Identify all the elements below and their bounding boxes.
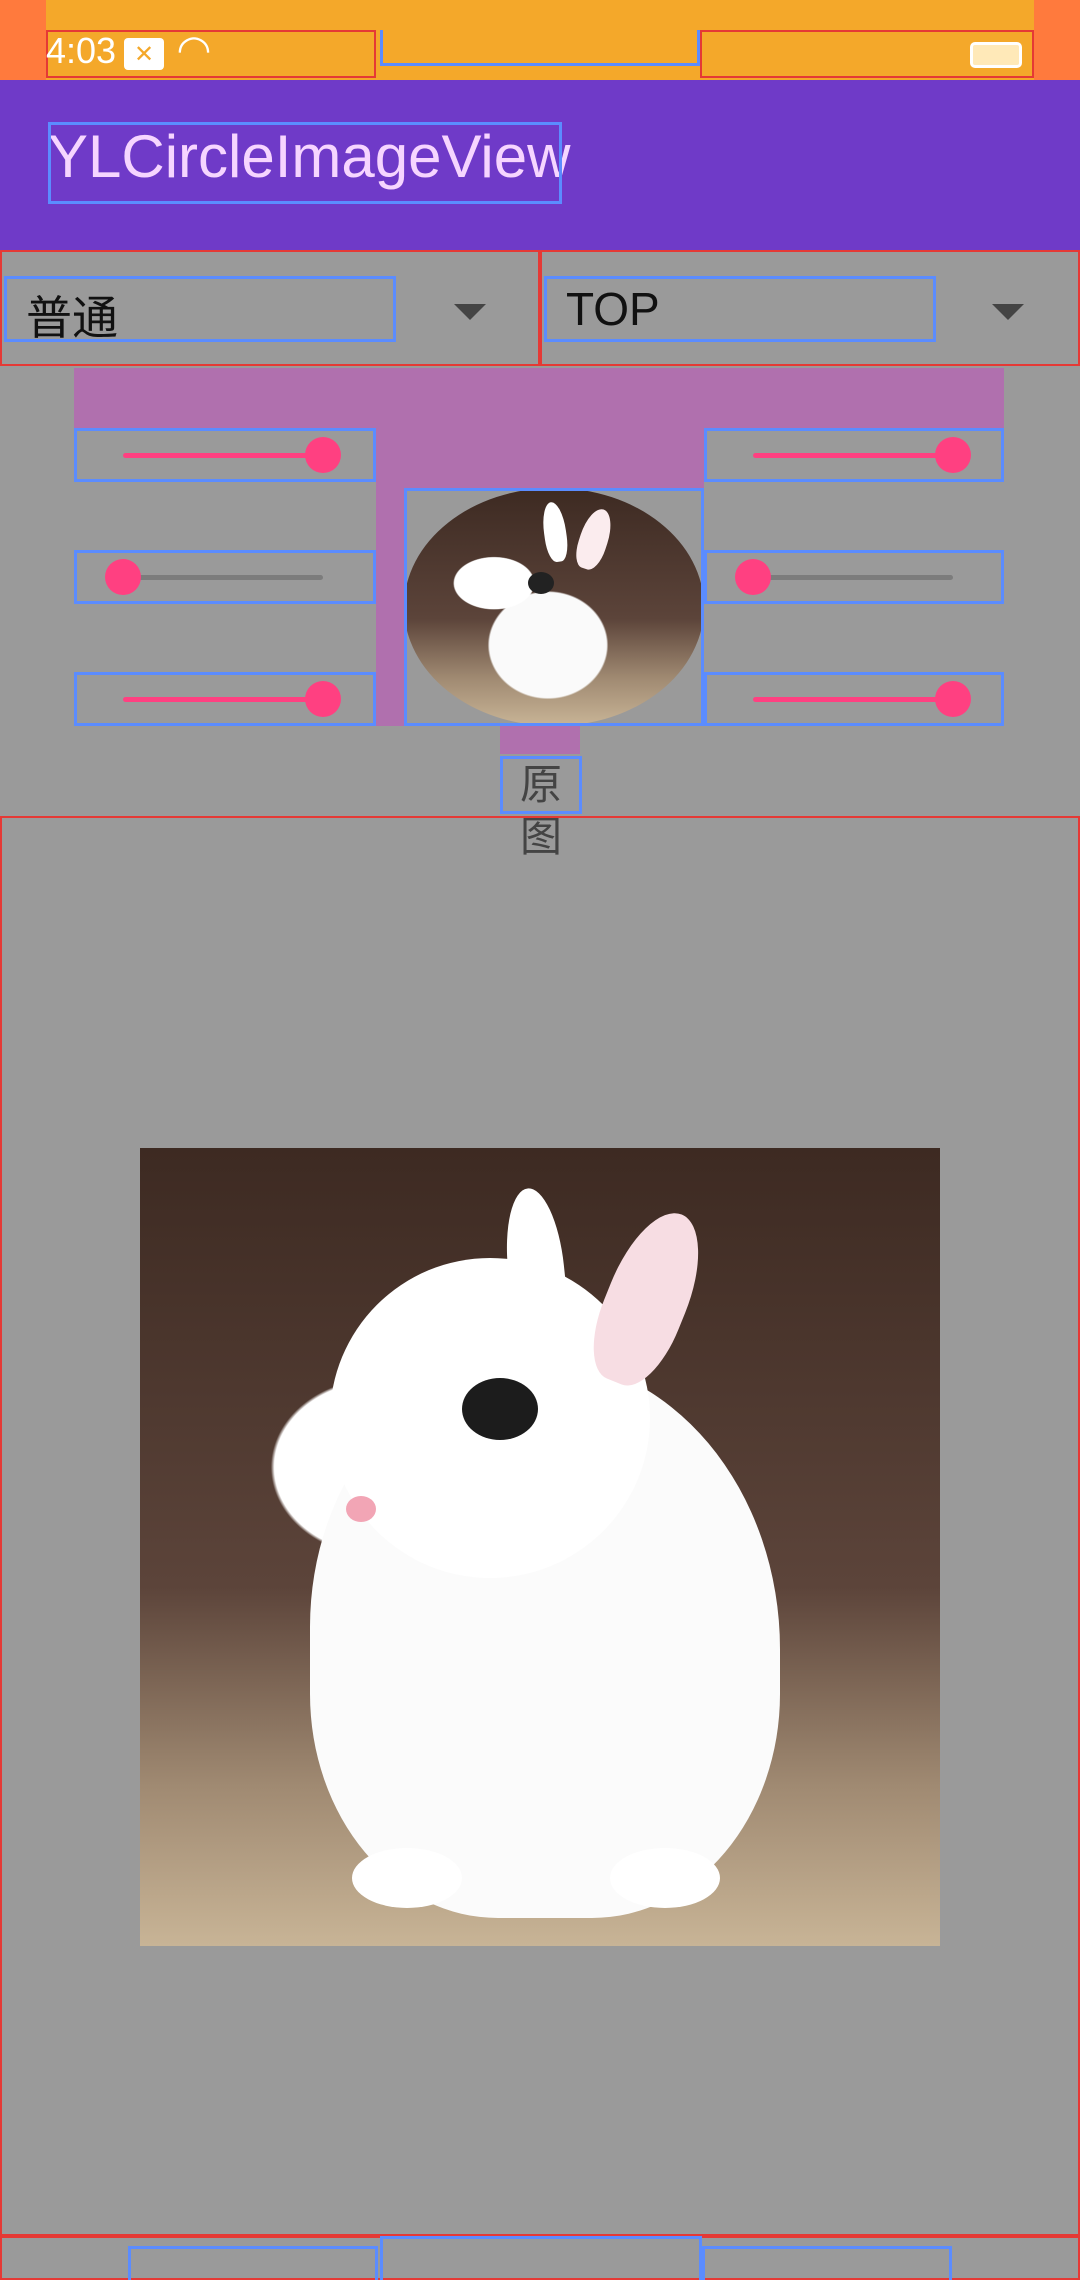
slider-thumb[interactable] [935,437,971,473]
left-slider-2[interactable] [74,550,376,604]
nav-back-button[interactable] [128,2246,378,2280]
status-bar-right-cutout [1034,0,1080,80]
right-slider-2[interactable] [704,550,1004,604]
mode-spinner-label: 普通 [26,292,118,344]
right-slider-3[interactable] [704,672,1004,726]
battery-icon [970,42,1022,68]
app-title-bounds [48,122,562,204]
mode-spinner[interactable]: 普通 [0,250,540,366]
slider-thumb[interactable] [935,681,971,717]
slider-thumb[interactable] [105,559,141,595]
original-image [140,1148,940,1946]
notification-x-icon: ✕ [124,38,164,70]
slider-thumb[interactable] [735,559,771,595]
chevron-down-icon [454,304,486,320]
status-bar-left-cutout [0,0,46,80]
slider-thumb[interactable] [305,681,341,717]
status-time: 4:03 [46,30,117,71]
original-image-caption: 原图 [500,756,582,861]
circle-image-bounds [404,488,704,726]
nav-recents-button[interactable] [702,2246,952,2280]
wifi-icon: ◠ [176,27,212,73]
position-spinner-label: TOP [566,283,660,335]
nav-home-button[interactable] [380,2236,702,2280]
status-bar-center-notch [380,30,700,66]
caption-highlight [500,726,580,754]
slider-thumb[interactable] [305,437,341,473]
chevron-down-icon [992,304,1024,320]
left-slider-1[interactable] [74,428,376,482]
right-slider-1[interactable] [704,428,1004,482]
left-slider-3[interactable] [74,672,376,726]
position-spinner[interactable]: TOP [540,250,1080,366]
